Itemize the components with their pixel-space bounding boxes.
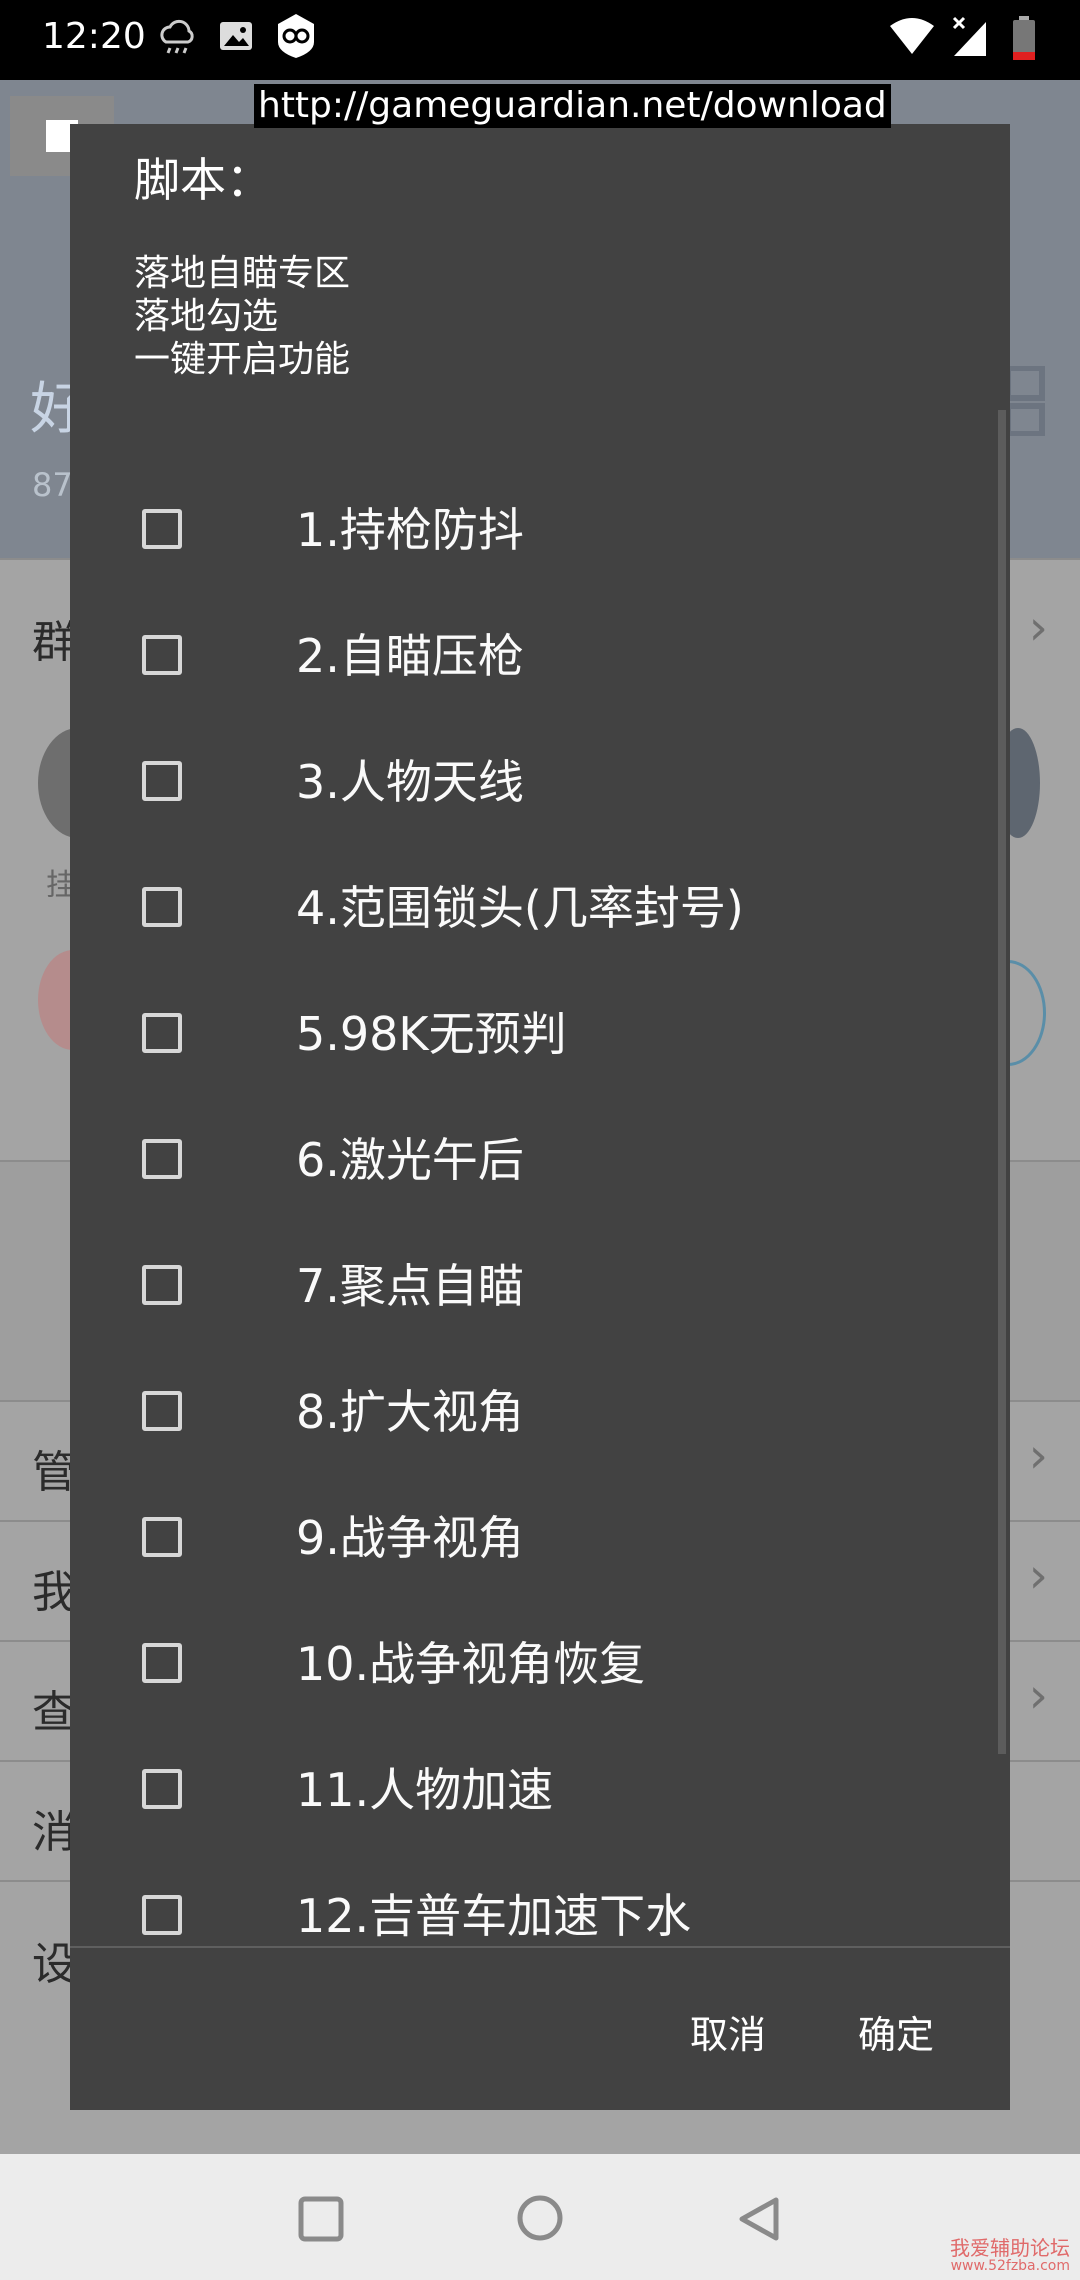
option-label: 7.聚点自瞄 bbox=[296, 1259, 524, 1313]
recents-square-icon[interactable] bbox=[298, 2196, 344, 2246]
status-bar: 12:20 bbox=[0, 0, 1080, 80]
qr-code-icon bbox=[1005, 365, 1046, 440]
url-label: http://gameguardian.net/download bbox=[254, 84, 891, 128]
watermark: 我爱辅助论坛 www.52fzba.com bbox=[950, 2237, 1070, 2274]
option-label: 6.激光午后 bbox=[296, 1133, 524, 1187]
option-label: 8.扩大视角 bbox=[296, 1385, 524, 1439]
chevron-right-icon: › bbox=[1028, 1668, 1048, 1724]
option-label: 5.98K无预判 bbox=[296, 1007, 567, 1061]
option-label: 12.吉普车加速下水 bbox=[296, 1889, 692, 1943]
ok-button[interactable]: 确定 bbox=[858, 2004, 934, 2059]
chevron-right-icon: › bbox=[1028, 1428, 1048, 1484]
wifi-icon bbox=[888, 16, 936, 60]
option-label: 1.持枪防抖 bbox=[296, 503, 524, 557]
signal-icon bbox=[950, 16, 990, 62]
checkbox[interactable] bbox=[142, 635, 182, 675]
watermark-text: 我爱辅助论坛 bbox=[950, 2235, 1070, 2260]
checkbox[interactable] bbox=[142, 1895, 182, 1935]
option-item[interactable]: 12.吉普车加速下水 bbox=[70, 1856, 970, 1982]
checkbox[interactable] bbox=[142, 1265, 182, 1305]
home-circle-icon[interactable] bbox=[516, 2194, 564, 2246]
checkbox[interactable] bbox=[142, 1391, 182, 1431]
option-label: 9.战争视角 bbox=[296, 1511, 524, 1565]
option-item[interactable]: 11.人物加速 bbox=[70, 1730, 970, 1856]
watermark-url: www.52fzba.com bbox=[950, 2257, 1070, 2274]
option-item[interactable]: 6.激光午后 bbox=[70, 1100, 970, 1226]
checkbox[interactable] bbox=[142, 1643, 182, 1683]
option-item[interactable]: 1.持枪防抖 bbox=[70, 470, 970, 596]
option-label: 3.人物天线 bbox=[296, 755, 524, 809]
dialog-message: 落地自瞄专区 落地勾选 一键开启功能 bbox=[134, 253, 351, 380]
image-icon bbox=[218, 18, 254, 58]
dialog-divider bbox=[70, 1946, 1010, 1948]
checkbox[interactable] bbox=[142, 1769, 182, 1809]
option-label: 11.人物加速 bbox=[296, 1763, 554, 1817]
checkbox[interactable] bbox=[142, 509, 182, 549]
option-item[interactable]: 10.战争视角恢复 bbox=[70, 1604, 970, 1730]
back-triangle-icon[interactable] bbox=[736, 2196, 782, 2246]
option-label: 10.战争视角恢复 bbox=[296, 1637, 646, 1691]
checkbox[interactable] bbox=[142, 1013, 182, 1053]
battery-low-icon bbox=[1012, 16, 1036, 64]
option-item[interactable]: 3.人物天线 bbox=[70, 722, 970, 848]
option-item[interactable]: 5.98K无预判 bbox=[70, 974, 970, 1100]
checkbox[interactable] bbox=[142, 761, 182, 801]
navigation-bar: 我爱辅助论坛 www.52fzba.com bbox=[0, 2154, 1080, 2280]
option-item[interactable]: 8.扩大视角 bbox=[70, 1352, 970, 1478]
status-time: 12:20 bbox=[42, 16, 146, 57]
option-item[interactable]: 4.范围锁头(几率封号) bbox=[70, 848, 970, 974]
option-label: 2.自瞄压枪 bbox=[296, 629, 524, 683]
script-dialog: 脚本： 落地自瞄专区 落地勾选 一键开启功能 1.持枪防抖 2.自瞄压枪 3.人… bbox=[70, 124, 1010, 2110]
chevron-right-icon: › bbox=[1028, 600, 1048, 656]
checkbox[interactable] bbox=[142, 1139, 182, 1179]
option-item[interactable]: 7.聚点自瞄 bbox=[70, 1226, 970, 1352]
gameguardian-icon bbox=[274, 12, 318, 64]
option-item[interactable]: 9.战争视角 bbox=[70, 1478, 970, 1604]
checkbox[interactable] bbox=[142, 887, 182, 927]
background-header-count: 87 bbox=[32, 466, 73, 504]
option-item[interactable]: 2.自瞄压枪 bbox=[70, 596, 970, 722]
dialog-title: 脚本： bbox=[134, 153, 272, 207]
scrollbar[interactable] bbox=[998, 410, 1006, 1754]
chevron-right-icon: › bbox=[1028, 1548, 1048, 1604]
cancel-button[interactable]: 取消 bbox=[690, 2004, 766, 2059]
checkbox[interactable] bbox=[142, 1517, 182, 1557]
cloud-icon bbox=[156, 18, 196, 62]
option-label: 4.范围锁头(几率封号) bbox=[296, 881, 744, 935]
